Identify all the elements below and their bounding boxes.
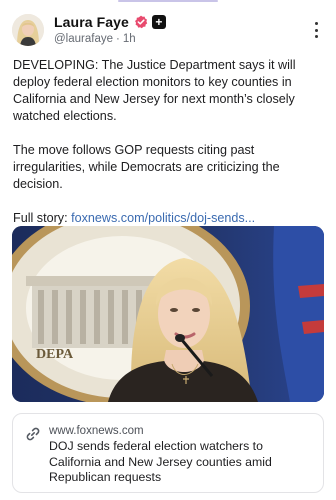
post-time: 1h (122, 33, 136, 45)
post-paragraph-2: The move follows GOP requests citing pas… (13, 143, 280, 191)
post-header: Laura Faye + @laurafaye · 1h (12, 14, 326, 48)
author-handle[interactable]: @laurafaye (54, 33, 113, 45)
post-paragraph-1: DEVELOPING: The Justice Department says … (13, 58, 296, 123)
svg-text:DEPA: DEPA (36, 347, 74, 362)
link-card-headline[interactable]: DOJ sends federal election watchers to C… (49, 439, 309, 486)
avatar[interactable] (12, 14, 44, 46)
full-story-prefix: Full story: (13, 211, 72, 225)
verified-badge-icon (134, 15, 148, 29)
post-body: DEVELOPING: The Justice Department says … (13, 57, 325, 227)
link-card-domain: www.foxnews.com (49, 425, 144, 437)
link-chain-icon (25, 426, 41, 442)
plus-icon[interactable]: + (151, 15, 166, 29)
post-image[interactable]: DEPA (12, 226, 324, 402)
link-preview-card[interactable]: www.foxnews.com DOJ sends federal electi… (12, 413, 324, 493)
display-name[interactable]: Laura Faye (54, 14, 129, 30)
full-story-link[interactable]: foxnews.com/politics/doj-sends... (71, 211, 255, 225)
full-story-line: Full story: foxnews.com/politics/doj-sen… (13, 210, 325, 227)
author-block: Laura Faye + @laurafaye · 1h (54, 14, 166, 45)
meta-row: @laurafaye · 1h (54, 33, 166, 45)
meta-separator: · (115, 33, 120, 45)
name-row: Laura Faye + (54, 14, 166, 30)
top-accent-bar (118, 0, 218, 2)
more-vertical-icon[interactable] (308, 20, 324, 40)
